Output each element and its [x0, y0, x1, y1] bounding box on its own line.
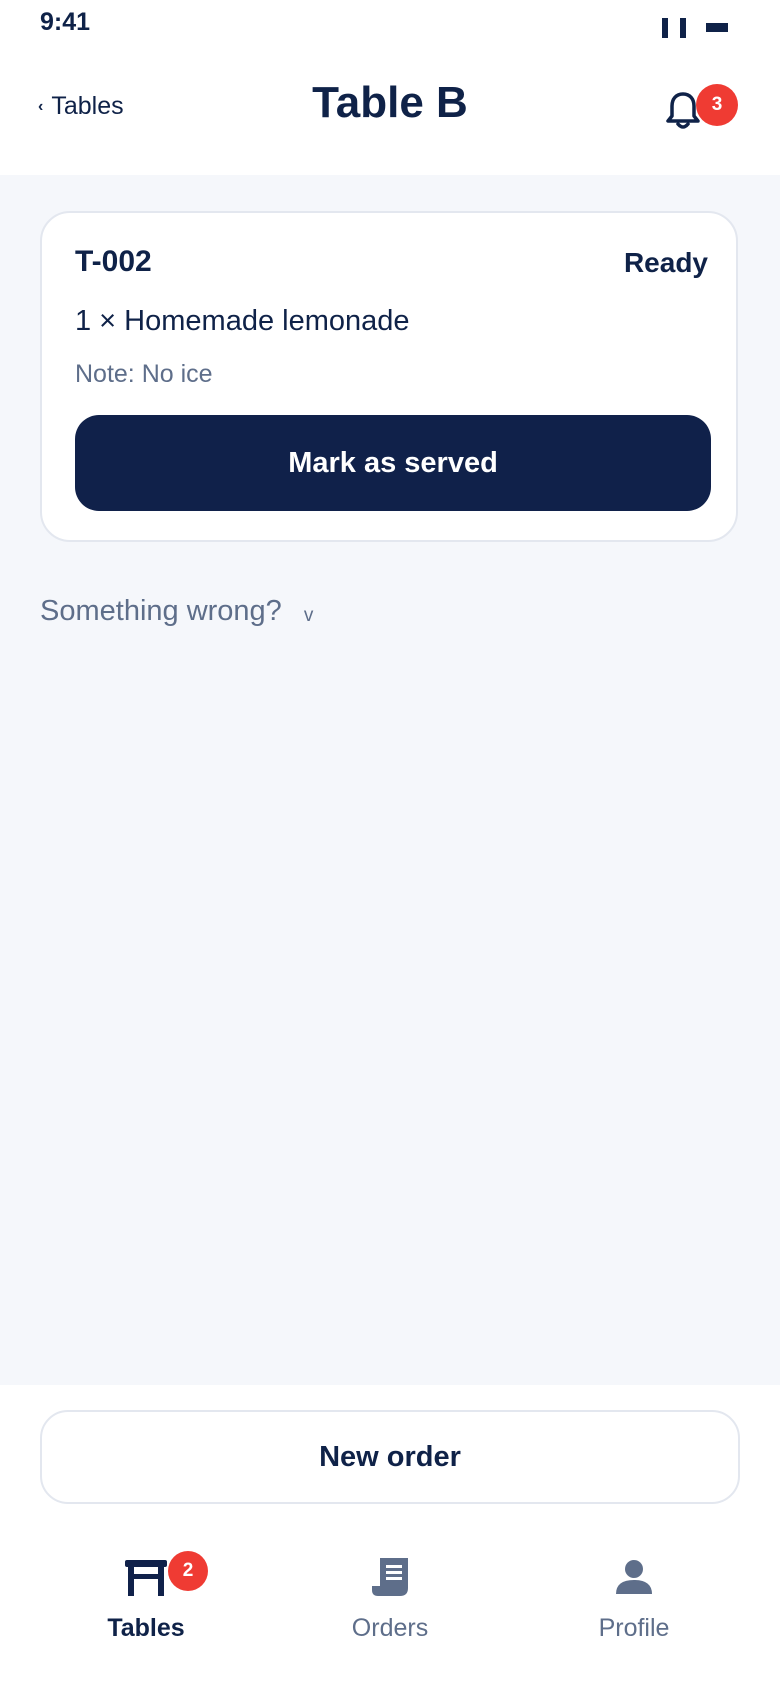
tab-orders[interactable]: Orders [290, 1540, 490, 1650]
tab-label: Profile [598, 1614, 670, 1642]
notifications-button[interactable]: 3 [662, 84, 742, 144]
notification-badge: 3 [696, 84, 738, 126]
order-status: Ready [623, 247, 708, 278]
something-wrong-toggle[interactable]: Something wrong? v [40, 595, 313, 628]
something-wrong-label: Something wrong? [40, 595, 282, 627]
order-note: Note: No ice [75, 360, 213, 388]
table-icon [125, 1560, 167, 1596]
order-id: T-002 [75, 245, 152, 278]
new-order-button[interactable]: New order [40, 1410, 740, 1504]
header: ‹ Tables Table B 3 [0, 50, 780, 175]
content-area: T-002 Ready 1 × Homemade lemonade Note: … [0, 175, 780, 1385]
signal-icon [662, 18, 686, 38]
status-icons [662, 18, 728, 38]
tables-badge: 2 [168, 1551, 208, 1591]
tab-label: Orders [351, 1614, 429, 1642]
tab-bar: 2 Tables Orders Profile [0, 1540, 780, 1650]
tab-profile[interactable]: Profile [534, 1540, 734, 1650]
person-icon [616, 1560, 652, 1594]
chevron-down-icon: v [303, 604, 314, 626]
battery-icon [706, 23, 728, 32]
order-item: 1 × Homemade lemonade [75, 305, 410, 337]
screen: 9:41 ‹ Tables Table B 3 T-002 Ready 1 × … [0, 0, 780, 1688]
order-card: T-002 Ready 1 × Homemade lemonade Note: … [40, 211, 738, 542]
bell-icon [666, 92, 700, 129]
status-bar: 9:41 [0, 0, 780, 50]
receipt-icon [372, 1558, 408, 1596]
mark-as-served-button[interactable]: Mark as served [75, 415, 711, 511]
status-time: 9:41 [40, 8, 91, 36]
tab-label: Tables [107, 1614, 185, 1642]
tab-tables[interactable]: 2 Tables [46, 1540, 246, 1650]
